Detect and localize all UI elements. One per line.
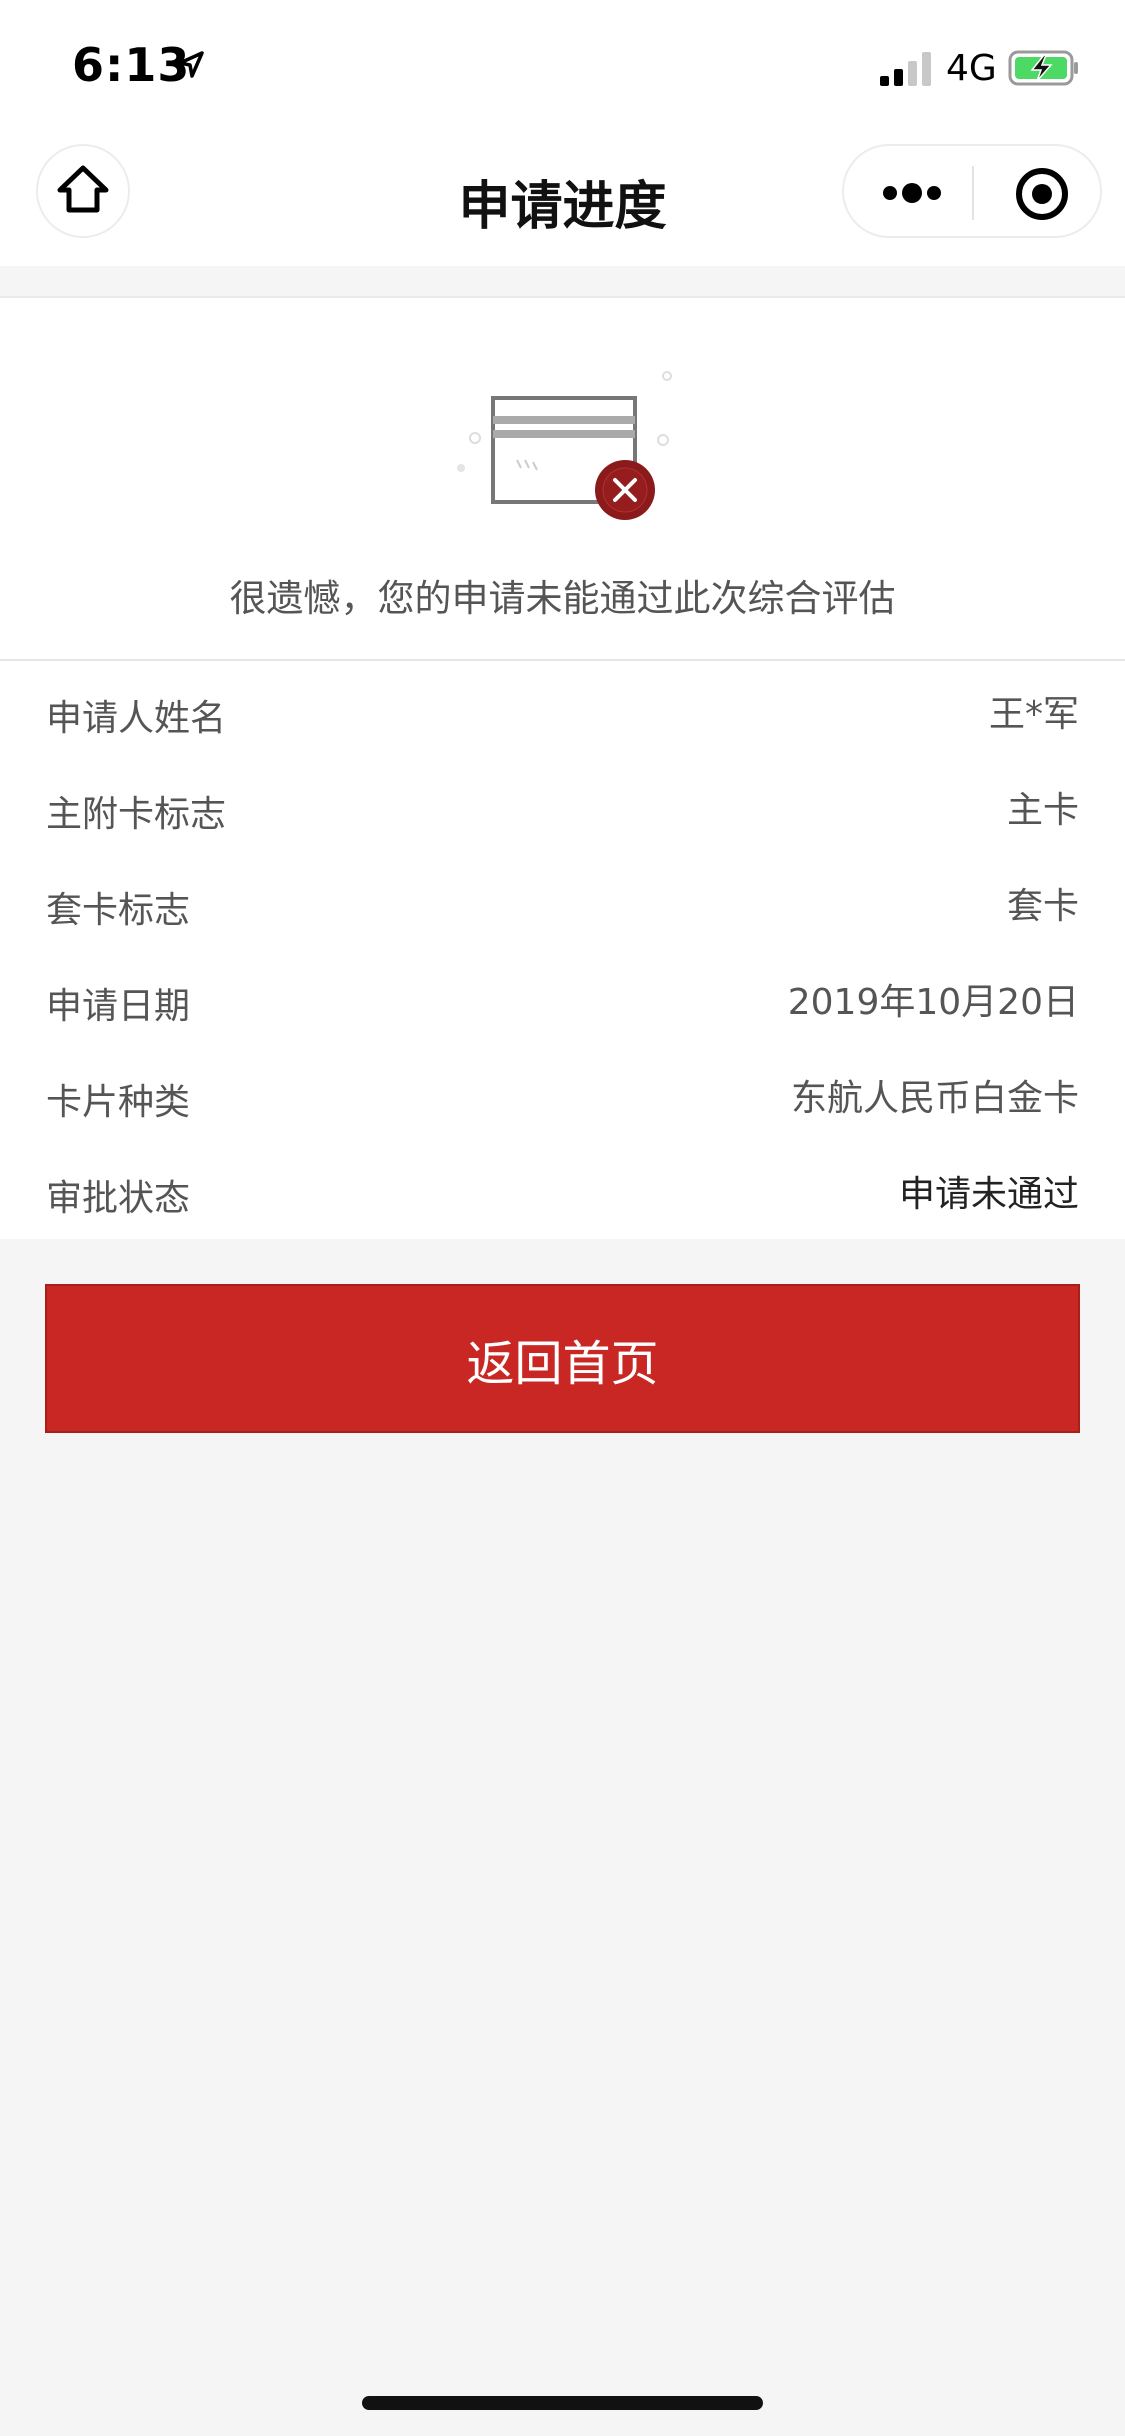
info-label: 审批状态 xyxy=(46,1178,191,1219)
info-label: 套卡标志 xyxy=(46,890,191,931)
application-info-list: 申请人姓名 王*军 主附卡标志 主卡 套卡标志 套卡 申请日期 2019年10月… xyxy=(0,661,1125,1239)
info-value: 王*军 xyxy=(988,694,1079,735)
location-arrow-icon xyxy=(176,50,206,84)
result-card: 很遗憾，您的申请未能通过此次综合评估 xyxy=(0,296,1125,661)
info-value: 套卡 xyxy=(1006,886,1079,927)
info-row-applicant: 申请人姓名 王*军 xyxy=(0,661,1125,757)
info-label: 主附卡标志 xyxy=(46,794,227,835)
info-value: 主卡 xyxy=(1006,790,1079,831)
navigation-bar: 申请进度 xyxy=(0,140,1125,266)
battery-charging-icon xyxy=(1008,50,1080,90)
mini-program-capsule xyxy=(842,144,1102,238)
result-message: 很遗憾，您的申请未能通过此次综合评估 xyxy=(229,577,896,620)
return-home-button[interactable]: 返回首页 xyxy=(45,1284,1080,1433)
info-row-approval-status: 审批状态 申请未通过 xyxy=(0,1141,1125,1237)
approval-status-value: 申请未通过 xyxy=(898,1174,1079,1215)
status-time: 6:13 xyxy=(72,38,191,92)
info-value: 东航人民币白金卡 xyxy=(790,1078,1079,1119)
info-row-apply-date: 申请日期 2019年10月20日 xyxy=(0,949,1125,1045)
info-row-card-type: 卡片种类 东航人民币白金卡 xyxy=(0,1045,1125,1141)
status-bar: 6:13 4G xyxy=(0,0,1125,140)
info-label: 申请日期 xyxy=(46,986,191,1027)
capsule-divider xyxy=(972,166,974,220)
info-value: 2019年10月20日 xyxy=(787,982,1079,1023)
info-row-card-role: 主附卡标志 主卡 xyxy=(0,757,1125,853)
home-indicator[interactable] xyxy=(362,2396,763,2410)
info-row-set-card: 套卡标志 套卡 xyxy=(0,853,1125,949)
info-label: 申请人姓名 xyxy=(46,698,227,739)
more-dots-icon[interactable] xyxy=(882,176,942,214)
card-rejected-icon xyxy=(445,368,685,542)
target-circle-icon[interactable] xyxy=(1014,166,1070,226)
network-type: 4G xyxy=(946,48,997,89)
info-label: 卡片种类 xyxy=(46,1082,191,1123)
signal-strength-icon xyxy=(880,52,934,90)
